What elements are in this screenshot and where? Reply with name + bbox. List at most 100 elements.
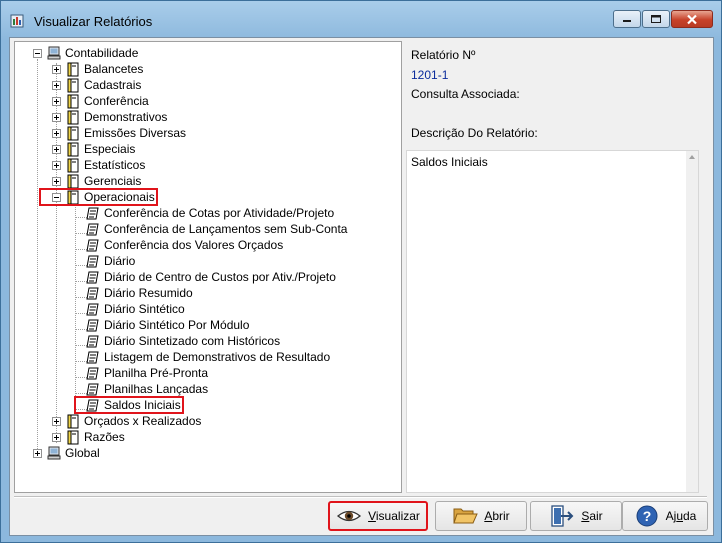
dialog-client-area: Contabilidade Balancetes Cadastrais Conf… bbox=[9, 37, 714, 536]
tree-node-group[interactable]: Demonstrativos bbox=[52, 109, 167, 125]
close-icon bbox=[687, 14, 697, 24]
button-label: Abrir bbox=[484, 509, 510, 523]
tree-node-group[interactable]: Orçados x Realizados bbox=[52, 413, 201, 429]
associated-query-label: Consulta Associada: bbox=[411, 87, 520, 101]
tree-label: Diário Sintético bbox=[104, 302, 185, 316]
abrir-button[interactable]: Abrir bbox=[435, 501, 527, 531]
expand-toggle[interactable] bbox=[52, 432, 61, 442]
expand-toggle[interactable] bbox=[52, 128, 61, 138]
minimize-button[interactable] bbox=[613, 10, 641, 28]
report-book-icon bbox=[67, 158, 79, 172]
tree-node-contabilidade[interactable]: Contabilidade bbox=[33, 45, 138, 61]
tree-node-group[interactable]: Balancetes bbox=[52, 61, 143, 77]
close-window-button[interactable] bbox=[671, 10, 713, 28]
tree-node-report[interactable]: Listagem de Demonstrativos de Resultado bbox=[86, 349, 330, 365]
eye-icon bbox=[337, 510, 362, 522]
highlight-operacionais bbox=[39, 188, 158, 206]
expand-toggle[interactable] bbox=[52, 160, 61, 170]
report-book-icon bbox=[67, 62, 79, 76]
tree-node-group[interactable]: Especiais bbox=[52, 141, 135, 157]
tree-node-group[interactable]: Cadastrais bbox=[52, 77, 141, 93]
window-title: Visualizar Relatórios bbox=[34, 14, 153, 29]
tree-node-group[interactable]: Emissões Diversas bbox=[52, 125, 186, 141]
minimize-icon bbox=[623, 20, 631, 22]
tree-node-report[interactable]: Conferência de Cotas por Atividade/Proje… bbox=[86, 205, 334, 221]
button-label: Sair bbox=[581, 509, 603, 523]
tree-node-report[interactable]: Diário Resumido bbox=[86, 285, 193, 301]
tree-node-group[interactable]: Conferência bbox=[52, 93, 149, 109]
tree-label: Diário Sintético Por Módulo bbox=[104, 318, 250, 332]
exit-door-icon bbox=[551, 505, 574, 527]
expand-toggle[interactable] bbox=[33, 448, 42, 458]
report-page-icon bbox=[86, 239, 99, 251]
button-label: Ajuda bbox=[665, 509, 697, 523]
tree-node-report[interactable]: Diário de Centro de Custos por Ativ./Pro… bbox=[86, 269, 336, 285]
expand-toggle[interactable] bbox=[52, 64, 61, 74]
report-page-icon bbox=[86, 335, 99, 347]
tree-node-report[interactable]: Planilhas Lançadas bbox=[86, 381, 208, 397]
report-tree[interactable]: Contabilidade Balancetes Cadastrais Conf… bbox=[14, 41, 402, 493]
tree-node-report[interactable]: Diário Sintético Por Módulo bbox=[86, 317, 249, 333]
report-book-icon bbox=[67, 174, 79, 188]
title-bar[interactable]: Visualizar Relatórios bbox=[1, 1, 721, 37]
scroll-up-icon[interactable] bbox=[689, 155, 695, 159]
tree-node-group[interactable]: Razões bbox=[52, 429, 125, 445]
tree-label: Demonstrativos bbox=[84, 110, 168, 124]
tree-label: Planilha Pré-Pronta bbox=[104, 366, 209, 380]
tree-node-report[interactable]: Diário bbox=[86, 253, 135, 269]
expand-toggle[interactable] bbox=[52, 80, 61, 90]
report-details-panel: Relatório Nº 1201-1 Consulta Associada: … bbox=[406, 41, 711, 493]
report-book-icon bbox=[67, 78, 79, 92]
ajuda-button[interactable]: ? Ajuda bbox=[622, 501, 708, 531]
expand-toggle[interactable] bbox=[52, 96, 61, 106]
expand-toggle[interactable] bbox=[52, 112, 61, 122]
report-page-icon bbox=[86, 367, 99, 379]
expand-toggle[interactable] bbox=[52, 416, 61, 426]
report-page-icon bbox=[86, 271, 99, 283]
help-icon: ? bbox=[636, 505, 658, 527]
tree-node-report[interactable]: Conferência de Lançamentos sem Sub-Conta bbox=[86, 221, 347, 237]
tree-node-report[interactable]: Conferência dos Valores Orçados bbox=[86, 237, 283, 253]
maximize-icon bbox=[651, 15, 661, 23]
description-box[interactable]: Saldos Iniciais bbox=[406, 150, 699, 493]
sair-button[interactable]: Sair bbox=[530, 501, 622, 531]
report-window-icon bbox=[10, 14, 24, 28]
tree-label: Estatísticos bbox=[84, 158, 146, 172]
folder-open-icon bbox=[453, 508, 479, 524]
collapse-toggle[interactable] bbox=[33, 48, 42, 58]
tree-node-group[interactable]: Estatísticos bbox=[52, 157, 145, 173]
report-page-icon bbox=[86, 207, 99, 219]
report-book-icon bbox=[67, 110, 79, 124]
expand-toggle[interactable] bbox=[52, 144, 61, 154]
maximize-button[interactable] bbox=[642, 10, 670, 28]
tree-label: Conferência de Lançamentos sem Sub-Conta bbox=[104, 222, 348, 236]
tree-label: Contabilidade bbox=[65, 46, 139, 60]
report-book-icon bbox=[67, 414, 79, 428]
tree-label: Conferência bbox=[84, 94, 149, 108]
description-label: Descrição Do Relatório: bbox=[411, 126, 538, 140]
tree-label: Diário bbox=[104, 254, 136, 268]
computer-icon bbox=[47, 46, 61, 59]
visualizar-relatorios-window: Visualizar Relatórios Contabilidade Bala… bbox=[0, 0, 722, 543]
expand-toggle[interactable] bbox=[52, 176, 61, 186]
tree-node-report[interactable]: Diário Sintético bbox=[86, 301, 185, 317]
tree-node-report[interactable]: Diário Sintetizado com Históricos bbox=[86, 333, 280, 349]
tree-label: Conferência dos Valores Orçados bbox=[104, 238, 284, 252]
tree-node-group[interactable]: Gerenciais bbox=[52, 173, 141, 189]
tree-label: Listagem de Demonstrativos de Resultado bbox=[104, 350, 331, 364]
tree-node-global[interactable]: Global bbox=[33, 445, 100, 461]
tree-node-report[interactable]: Planilha Pré-Pronta bbox=[86, 365, 208, 381]
tree-label: Orçados x Realizados bbox=[84, 414, 202, 428]
svg-text:?: ? bbox=[642, 508, 651, 524]
report-page-icon bbox=[86, 223, 99, 235]
divider bbox=[14, 496, 707, 498]
report-page-icon bbox=[86, 319, 99, 331]
tree-label: Diário Resumido bbox=[104, 286, 193, 300]
report-book-icon bbox=[67, 142, 79, 156]
description-scrollbar[interactable] bbox=[686, 151, 698, 492]
report-page-icon bbox=[86, 351, 99, 363]
visualizar-button[interactable]: Visualizar bbox=[328, 501, 428, 531]
report-page-icon bbox=[86, 255, 99, 267]
tree-label: Diário de Centro de Custos por Ativ./Pro… bbox=[104, 270, 336, 284]
report-page-icon bbox=[86, 303, 99, 315]
